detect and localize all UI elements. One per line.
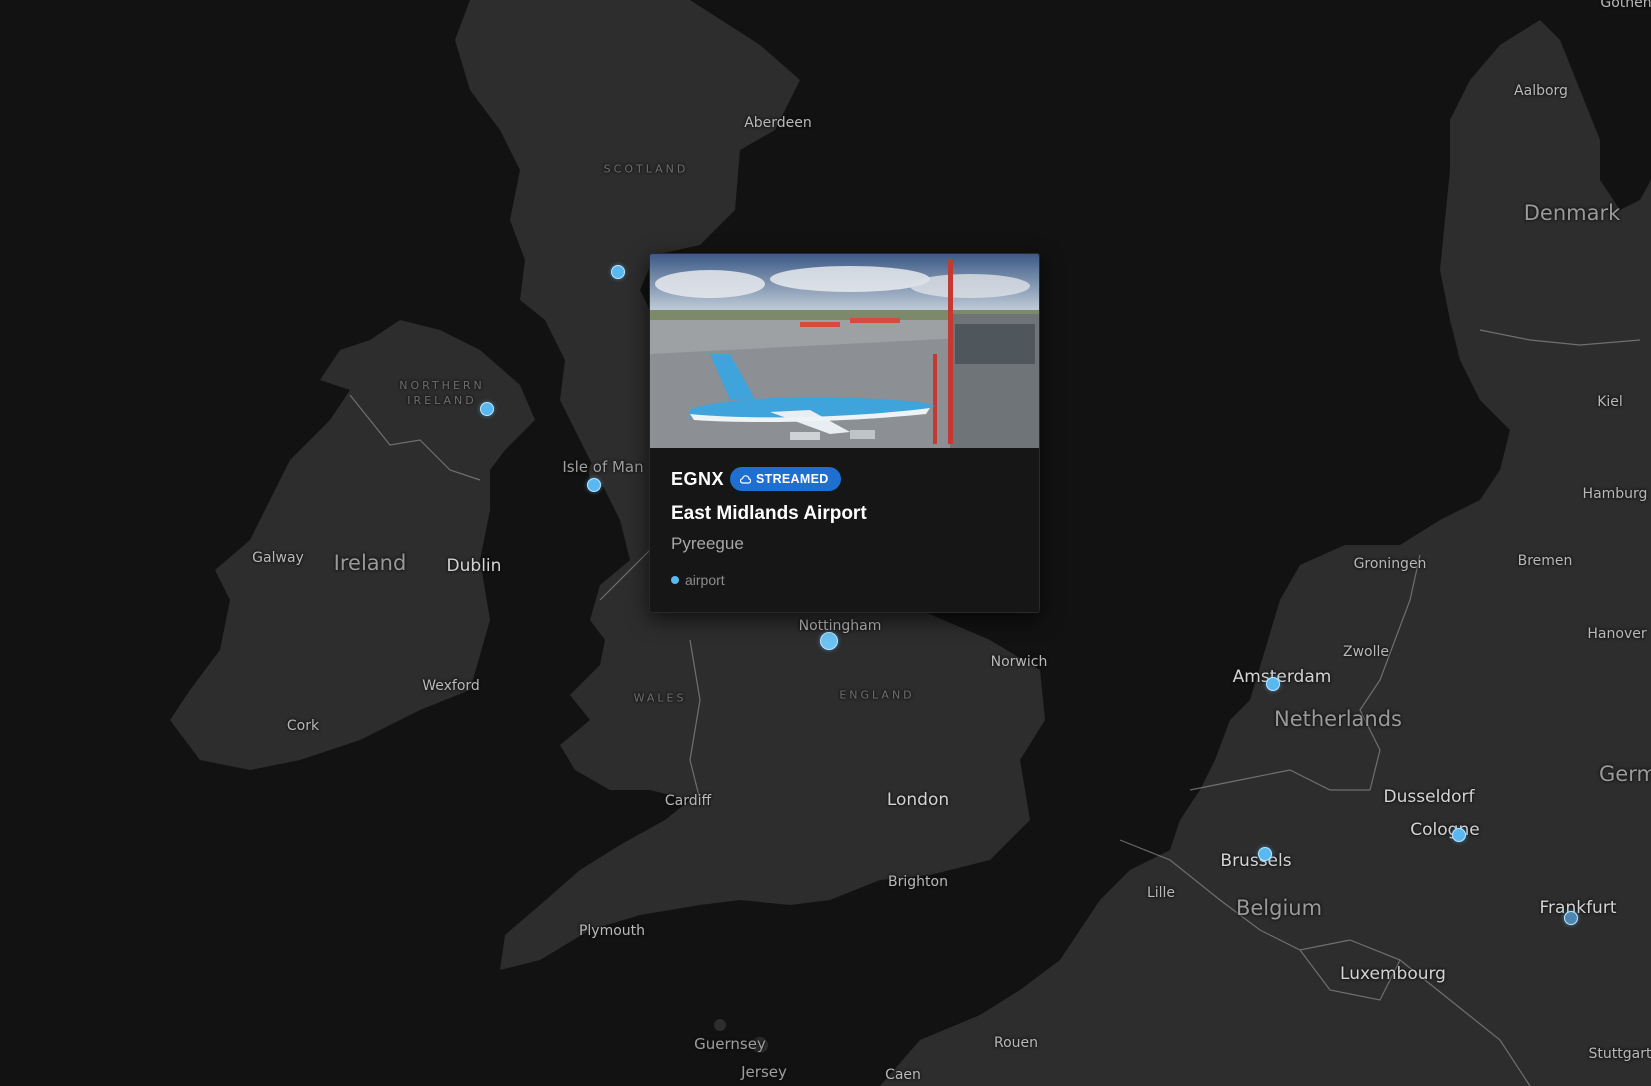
airport-pin[interactable] [1266, 677, 1280, 691]
label-jersey: Jersey [741, 1063, 787, 1081]
airport-icao-code: EGNX [671, 469, 725, 489]
airport-pin-selected[interactable] [820, 632, 838, 650]
label-netherlands: Netherlands [1273, 707, 1403, 731]
airport-pin[interactable] [611, 265, 625, 279]
airport-pin[interactable] [480, 402, 494, 416]
label-germany: Germ [1599, 762, 1651, 786]
label-dusseldorf: Dusseldorf [1383, 787, 1475, 807]
label-ireland: Ireland [333, 551, 407, 575]
label-isle-of-man: Isle of Man [562, 458, 644, 476]
label-zwolle: Zwolle [1343, 644, 1389, 660]
label-cologne: Cologne [1410, 820, 1480, 840]
label-belgium: Belgium [1235, 896, 1323, 920]
airport-name: East Midlands Airport [671, 503, 867, 524]
label-groningen: Groningen [1353, 556, 1427, 572]
label-brussels: Brussels [1220, 851, 1292, 871]
label-denmark: Denmark [1523, 201, 1621, 225]
label-amsterdam: Amsterdam [1232, 667, 1332, 687]
label-guernsey: Guernsey [694, 1035, 766, 1053]
label-brighton: Brighton [888, 874, 948, 890]
label-nottingham: Nottingham [798, 618, 882, 634]
cloud-stream-icon [740, 474, 751, 484]
label-bremen: Bremen [1517, 553, 1573, 569]
label-lille: Lille [1146, 885, 1176, 901]
airport-pin[interactable] [587, 478, 601, 492]
streamed-badge-label: STREAMED [756, 472, 829, 486]
streamed-badge: STREAMED [730, 467, 841, 491]
label-northern-ireland: NORTHERN IRELAND [399, 379, 485, 407]
airport-thumbnail [650, 254, 1039, 448]
label-norwich: Norwich [990, 654, 1048, 670]
guernsey-landmass [714, 1019, 726, 1031]
airport-popup-card[interactable]: EGNX STREAMED East Midlands Airport Pyre… [649, 253, 1040, 613]
label-cardiff: Cardiff [664, 793, 712, 809]
label-hamburg: Hamburg [1582, 486, 1648, 502]
airport-pin[interactable] [1452, 828, 1466, 842]
airport-pin[interactable] [1564, 911, 1578, 925]
scenery-author: Pyreegue [671, 534, 744, 553]
label-london: London [886, 790, 950, 810]
label-dublin: Dublin [446, 556, 502, 576]
type-dot-icon [671, 576, 679, 584]
place-type: airport [671, 572, 725, 588]
label-stuttgart: Stuttgart [1588, 1046, 1651, 1062]
label-galway: Galway [252, 550, 304, 566]
label-aberdeen: Aberdeen [744, 115, 812, 131]
airport-pin[interactable] [1258, 847, 1272, 861]
label-plymouth: Plymouth [578, 923, 646, 939]
label-caen: Caen [885, 1067, 921, 1083]
label-cork: Cork [286, 718, 320, 734]
label-kiel: Kiel [1597, 394, 1623, 410]
label-gothenburg: Gothen [1600, 0, 1651, 11]
label-hanover: Hanover [1587, 626, 1647, 642]
label-luxembourg: Luxembourg [1340, 964, 1446, 984]
label-scotland: SCOTLAND [603, 162, 689, 176]
label-england: ENGLAND [839, 688, 915, 702]
label-aalborg: Aalborg [1514, 83, 1568, 99]
place-type-label: airport [685, 572, 725, 588]
label-wales: WALES [633, 691, 687, 705]
label-frankfurt: Frankfurt [1539, 898, 1617, 918]
label-rouen: Rouen [993, 1035, 1039, 1051]
label-wexford: Wexford [422, 678, 480, 694]
